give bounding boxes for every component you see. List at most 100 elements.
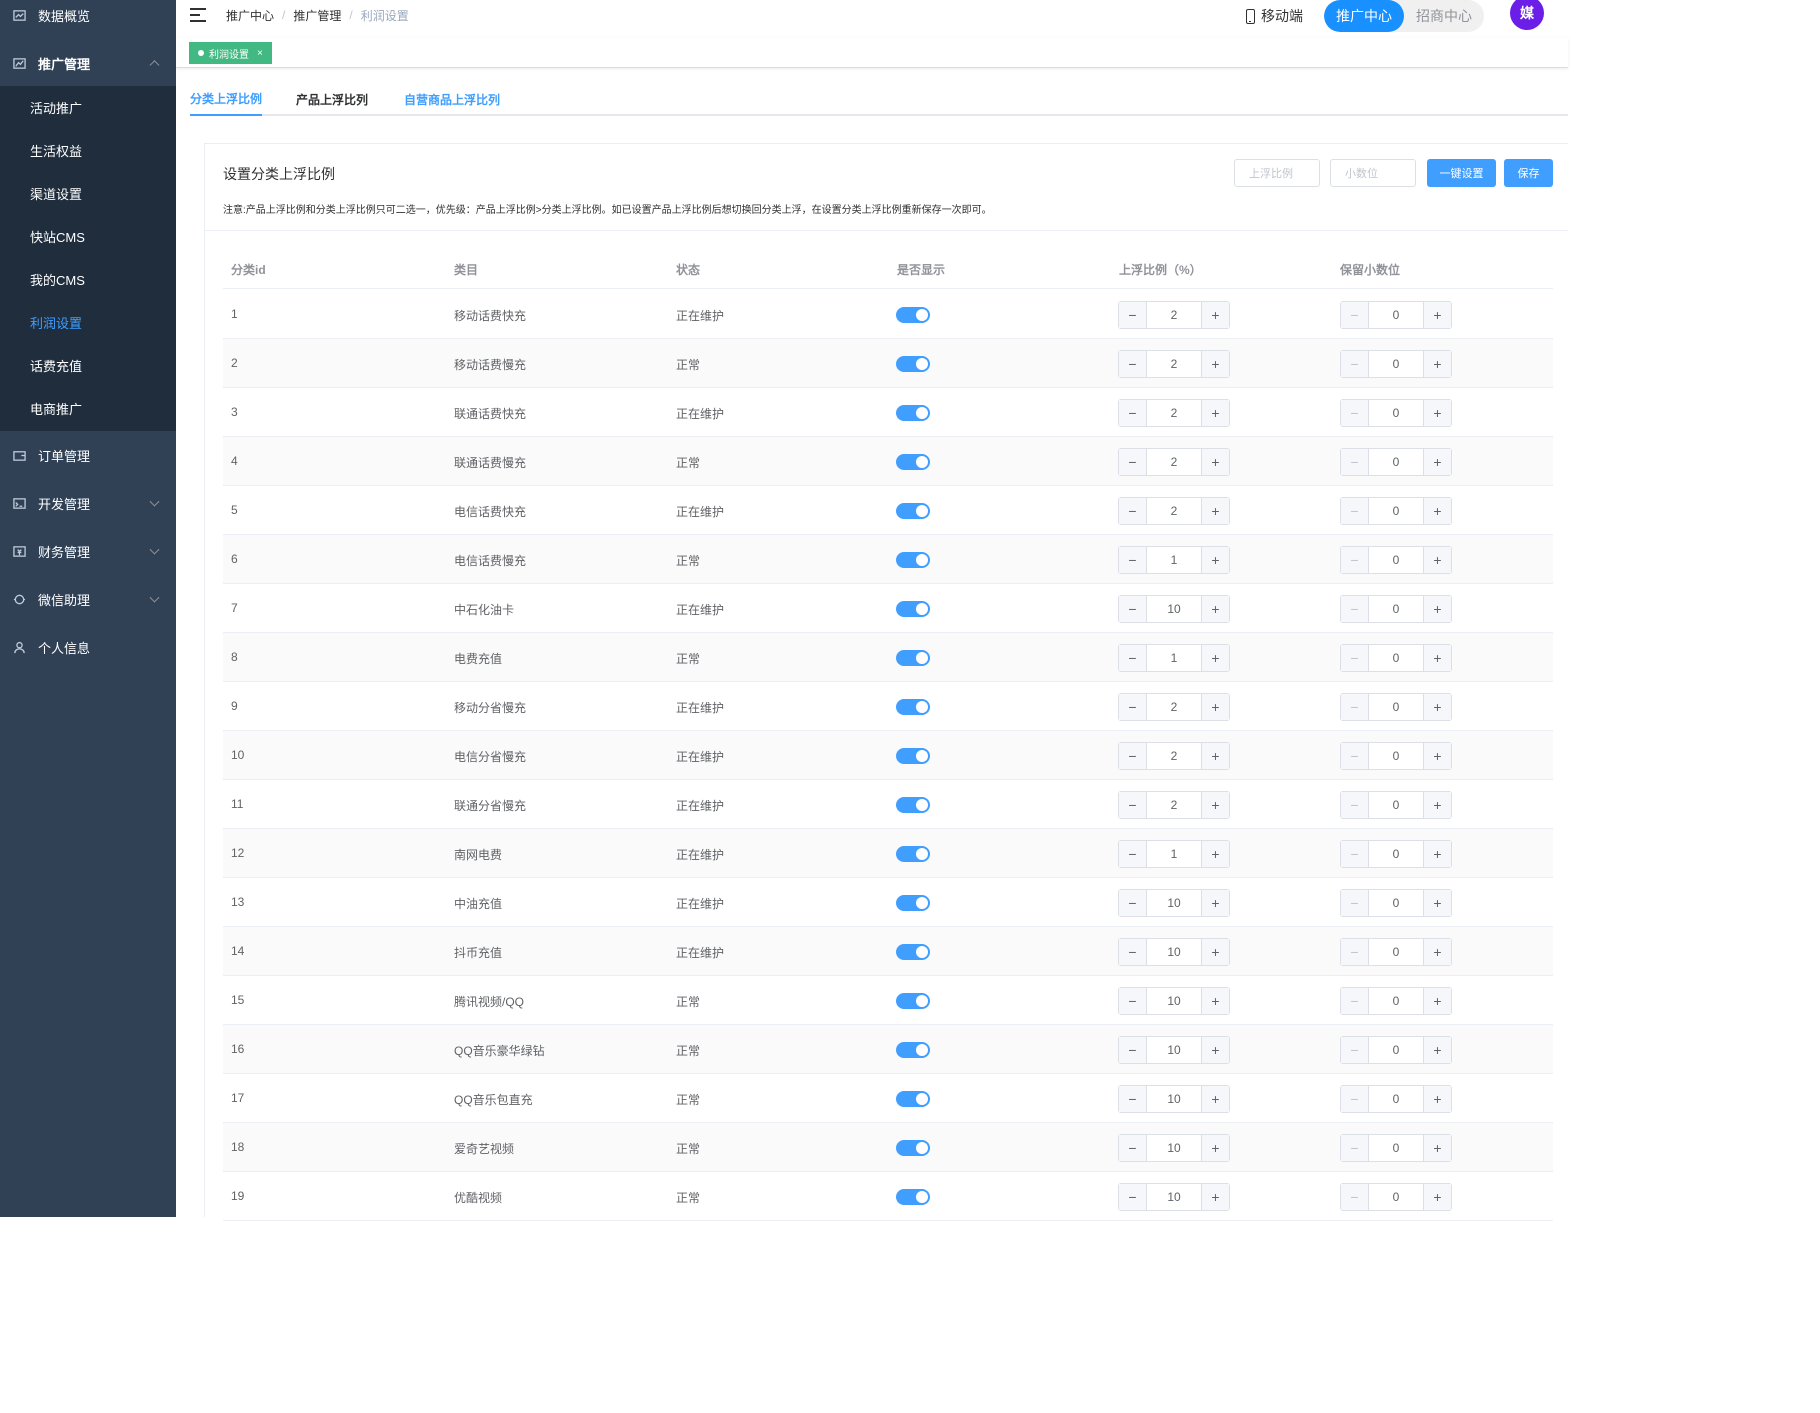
decimals-increase-button[interactable]: + <box>1423 988 1451 1014</box>
decimals-decrease-button[interactable]: − <box>1341 351 1369 377</box>
decimals-value-input[interactable]: 0 <box>1369 400 1423 426</box>
ratio-value-input[interactable]: 2 <box>1147 743 1201 769</box>
ratio-value-input[interactable]: 1 <box>1147 547 1201 573</box>
visible-toggle[interactable] <box>896 797 930 813</box>
ratio-decrease-button[interactable]: − <box>1119 1184 1147 1210</box>
ratio-increase-button[interactable]: + <box>1201 645 1229 671</box>
decimals-value-input[interactable]: 0 <box>1369 890 1423 916</box>
ratio-value-input[interactable]: 2 <box>1147 400 1201 426</box>
sidebar-subitem-channel[interactable]: 渠道设置 <box>0 172 176 215</box>
ratio-value-input[interactable]: 2 <box>1147 449 1201 475</box>
visible-toggle[interactable] <box>896 944 930 960</box>
sidebar-item-finance[interactable]: 财务管理 <box>0 527 176 575</box>
ratio-decrease-button[interactable]: − <box>1119 988 1147 1014</box>
ratio-increase-button[interactable]: + <box>1201 792 1229 818</box>
ratio-value-input[interactable]: 1 <box>1147 645 1201 671</box>
decimals-decrease-button[interactable]: − <box>1341 498 1369 524</box>
visible-toggle[interactable] <box>896 1042 930 1058</box>
visible-toggle[interactable] <box>896 503 930 519</box>
ratio-decrease-button[interactable]: − <box>1119 1135 1147 1161</box>
decimals-value-input[interactable]: 0 <box>1369 939 1423 965</box>
decimals-decrease-button[interactable]: − <box>1341 1086 1369 1112</box>
breadcrumb-item[interactable]: 推广中心 <box>226 7 274 24</box>
hamburger-menu-icon[interactable] <box>190 8 206 22</box>
decimals-value-input[interactable]: 0 <box>1369 841 1423 867</box>
visible-toggle[interactable] <box>896 1091 930 1107</box>
decimals-value-input[interactable]: 0 <box>1369 1086 1423 1112</box>
decimals-value-input[interactable]: 0 <box>1369 1184 1423 1210</box>
ratio-increase-button[interactable]: + <box>1201 547 1229 573</box>
ratio-increase-button[interactable]: + <box>1201 988 1229 1014</box>
visible-toggle[interactable] <box>896 650 930 666</box>
ratio-value-input[interactable]: 2 <box>1147 351 1201 377</box>
ratio-value-input[interactable]: 2 <box>1147 302 1201 328</box>
visible-toggle[interactable] <box>896 1189 930 1205</box>
visible-toggle[interactable] <box>896 307 930 323</box>
decimals-increase-button[interactable]: + <box>1423 351 1451 377</box>
ratio-decrease-button[interactable]: − <box>1119 449 1147 475</box>
decimals-decrease-button[interactable]: − <box>1341 1135 1369 1161</box>
sidebar-subitem-phone-recharge[interactable]: 话费充值 <box>0 344 176 387</box>
ratio-value-input[interactable]: 10 <box>1147 1184 1201 1210</box>
decimals-decrease-button[interactable]: − <box>1341 841 1369 867</box>
ratio-increase-button[interactable]: + <box>1201 694 1229 720</box>
decimals-value-input[interactable]: 0 <box>1369 694 1423 720</box>
sidebar-subitem-kuaizhan-cms[interactable]: 快站CMS <box>0 215 176 258</box>
ratio-decrease-button[interactable]: − <box>1119 743 1147 769</box>
mobile-link[interactable]: 移动端 <box>1246 6 1303 26</box>
ratio-value-input[interactable]: 10 <box>1147 988 1201 1014</box>
visible-toggle[interactable] <box>896 993 930 1009</box>
visible-toggle[interactable] <box>896 846 930 862</box>
tag-profit-settings[interactable]: 利润设置 × <box>189 42 272 64</box>
decimals-increase-button[interactable]: + <box>1423 1037 1451 1063</box>
sidebar-item-profile[interactable]: 个人信息 <box>0 623 176 671</box>
sidebar-item-wechat[interactable]: 微信助理 <box>0 575 176 623</box>
decimals-increase-button[interactable]: + <box>1423 400 1451 426</box>
ratio-increase-button[interactable]: + <box>1201 939 1229 965</box>
segment-merchant-center[interactable]: 招商中心 <box>1404 0 1484 32</box>
decimals-decrease-button[interactable]: − <box>1341 645 1369 671</box>
decimals-decrease-button[interactable]: − <box>1341 1184 1369 1210</box>
decimals-value-input[interactable]: 0 <box>1369 596 1423 622</box>
decimals-increase-button[interactable]: + <box>1423 1086 1451 1112</box>
close-icon[interactable]: × <box>257 48 263 59</box>
visible-toggle[interactable] <box>896 895 930 911</box>
decimals-increase-button[interactable]: + <box>1423 596 1451 622</box>
ratio-decrease-button[interactable]: − <box>1119 694 1147 720</box>
decimals-value-input[interactable]: 0 <box>1369 498 1423 524</box>
ratio-value-input[interactable]: 2 <box>1147 498 1201 524</box>
ratio-decrease-button[interactable]: − <box>1119 890 1147 916</box>
ratio-value-input[interactable]: 10 <box>1147 939 1201 965</box>
ratio-value-input[interactable]: 2 <box>1147 792 1201 818</box>
decimals-increase-button[interactable]: + <box>1423 1184 1451 1210</box>
sidebar-item-overview[interactable]: 数据概览 <box>0 0 176 30</box>
decimals-value-input[interactable]: 0 <box>1369 547 1423 573</box>
ratio-increase-button[interactable]: + <box>1201 400 1229 426</box>
ratio-decrease-button[interactable]: − <box>1119 302 1147 328</box>
visible-toggle[interactable] <box>896 748 930 764</box>
visible-toggle[interactable] <box>896 601 930 617</box>
decimals-value-input[interactable]: 0 <box>1369 302 1423 328</box>
ratio-increase-button[interactable]: + <box>1201 596 1229 622</box>
ratio-decrease-button[interactable]: − <box>1119 841 1147 867</box>
decimals-increase-button[interactable]: + <box>1423 939 1451 965</box>
decimals-increase-button[interactable]: + <box>1423 547 1451 573</box>
ratio-decrease-button[interactable]: − <box>1119 1037 1147 1063</box>
sidebar-subitem-profit[interactable]: 利润设置 <box>0 301 176 344</box>
ratio-decrease-button[interactable]: − <box>1119 351 1147 377</box>
decimals-value-input[interactable]: 0 <box>1369 351 1423 377</box>
visible-toggle[interactable] <box>896 356 930 372</box>
visible-toggle[interactable] <box>896 454 930 470</box>
ratio-increase-button[interactable]: + <box>1201 1037 1229 1063</box>
tab-product-ratio[interactable]: 产品上浮比列 <box>296 82 368 116</box>
ratio-increase-button[interactable]: + <box>1201 1086 1229 1112</box>
ratio-increase-button[interactable]: + <box>1201 498 1229 524</box>
sidebar-subitem-life-rights[interactable]: 生活权益 <box>0 129 176 172</box>
decimals-increase-button[interactable]: + <box>1423 841 1451 867</box>
ratio-decrease-button[interactable]: − <box>1119 596 1147 622</box>
breadcrumb-item[interactable]: 推广管理 <box>293 7 341 24</box>
decimals-value-input[interactable]: 0 <box>1369 449 1423 475</box>
ratio-value-input[interactable]: 10 <box>1147 1135 1201 1161</box>
decimal-input[interactable]: 小数位 <box>1330 159 1416 187</box>
sidebar-subitem-ecommerce[interactable]: 电商推广 <box>0 387 176 430</box>
